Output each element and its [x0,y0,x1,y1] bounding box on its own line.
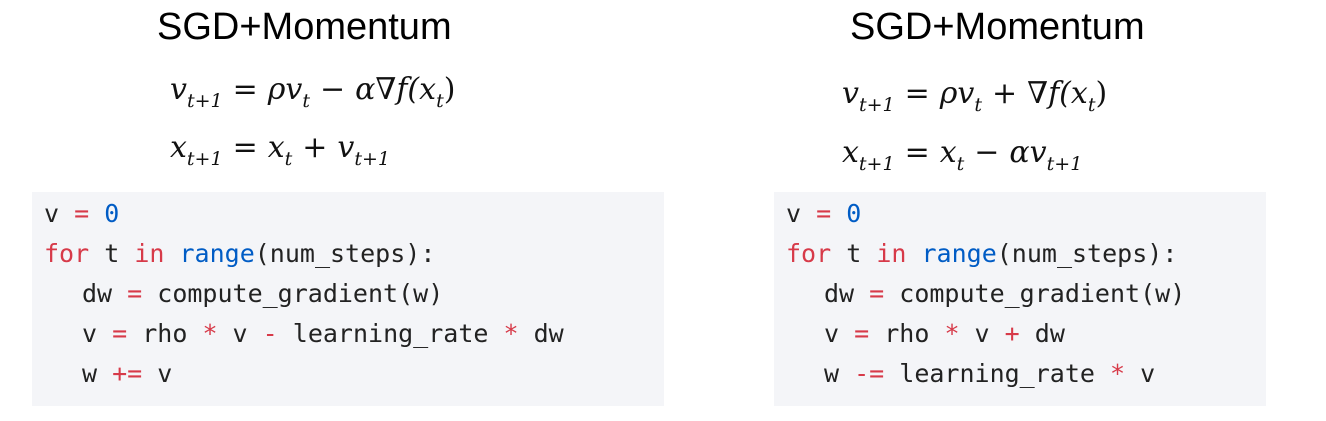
left-position-equation: xt+1 = xt + vt+1 [170,130,391,170]
right-velocity-equation: vt+1 = ρvt + ∇f(xt) [842,76,1108,116]
right-code-block: v = 0 for t in range(num_steps): dw = co… [774,192,1266,406]
code-line: for t in range(num_steps): [44,239,436,268]
code-line: w -= learning_rate * v [824,359,1156,388]
code-line: dw = compute_gradient(w) [82,279,444,308]
code-line: for t in range(num_steps): [786,239,1178,268]
code-line: v = 0 [44,199,120,228]
left-title: SGD+Momentum [157,6,452,48]
code-line: w += v [82,359,173,388]
code-line: v = 0 [786,199,862,228]
right-position-equation: xt+1 = xt − αvt+1 [842,135,1083,175]
left-velocity-equation: vt+1 = ρvt − α∇f(xt) [170,72,456,112]
code-line: dw = compute_gradient(w) [824,279,1186,308]
code-line: v = rho * v - learning_rate * dw [82,319,564,348]
left-code-block: v = 0 for t in range(num_steps): dw = co… [32,192,664,406]
code-line: v = rho * v + dw [824,319,1065,348]
right-title: SGD+Momentum [850,6,1145,48]
